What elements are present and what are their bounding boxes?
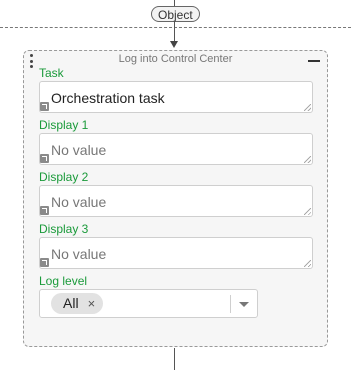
- card-title: Log into Control Center: [118, 53, 233, 65]
- remove-icon[interactable]: ×: [88, 293, 96, 314]
- dashed-divider: [0, 27, 351, 28]
- display-2-label: Display 2: [39, 170, 89, 184]
- task-field[interactable]: Orchestration task: [39, 81, 313, 113]
- collapse-button[interactable]: [307, 54, 321, 66]
- connector-line: [174, 22, 175, 42]
- log-level-select[interactable]: All ×: [39, 289, 258, 318]
- arrow-down-icon: [170, 41, 178, 48]
- resize-grip-icon[interactable]: [304, 104, 311, 111]
- display-1-label: Display 1: [39, 118, 89, 132]
- log-into-control-center-card: Log into Control Center Task Orchestrati…: [23, 50, 328, 347]
- resize-grip-icon[interactable]: [304, 208, 311, 215]
- outgoing-connector-line: [174, 348, 175, 370]
- display-1-value: No value: [51, 142, 107, 158]
- display-1-field[interactable]: No value: [39, 133, 313, 165]
- display-3-value: No value: [51, 246, 107, 262]
- task-label: Task: [39, 66, 64, 80]
- object-connector-label[interactable]: Object: [151, 6, 200, 22]
- expression-icon[interactable]: [40, 102, 49, 111]
- resize-grip-icon[interactable]: [304, 260, 311, 267]
- log-level-chip: All ×: [51, 293, 104, 314]
- select-separator: [230, 295, 231, 313]
- log-level-chip-label: All: [63, 295, 79, 311]
- log-level-label: Log level: [39, 274, 88, 288]
- expression-icon[interactable]: [40, 206, 49, 215]
- task-value: Orchestration task: [51, 90, 165, 106]
- expression-icon[interactable]: [40, 258, 49, 267]
- resize-grip-icon[interactable]: [304, 156, 311, 163]
- display-3-label: Display 3: [39, 222, 89, 236]
- chevron-down-icon[interactable]: [239, 302, 249, 307]
- expression-icon[interactable]: [40, 154, 49, 163]
- display-2-field[interactable]: No value: [39, 185, 313, 217]
- display-3-field[interactable]: No value: [39, 237, 313, 269]
- display-2-value: No value: [51, 194, 107, 210]
